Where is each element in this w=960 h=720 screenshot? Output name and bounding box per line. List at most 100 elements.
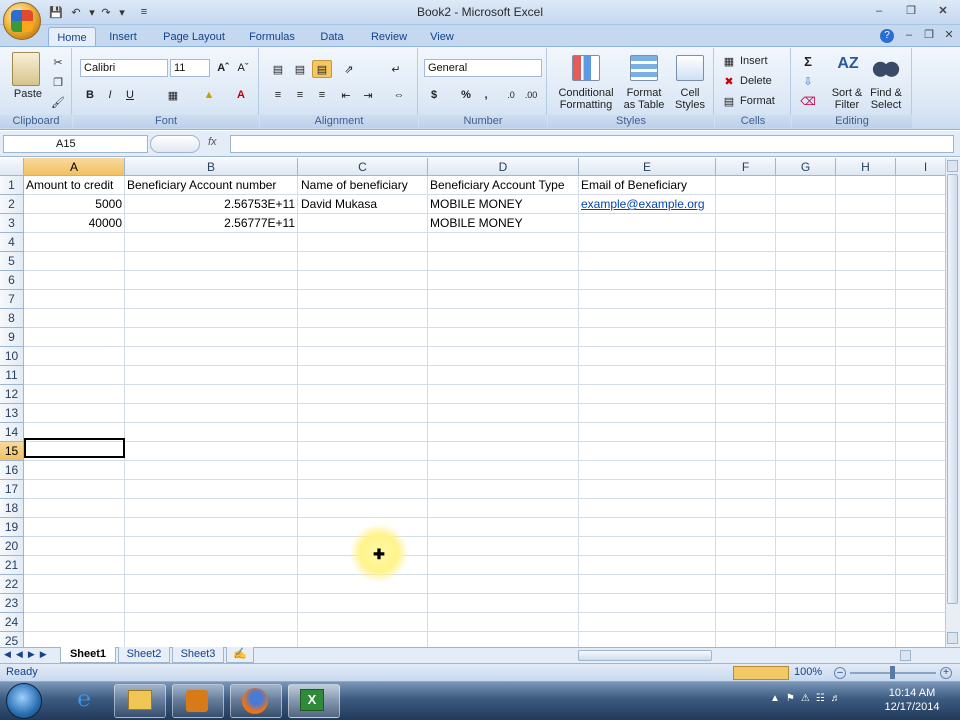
cell-b2[interactable]: 2.56753E+11: [125, 195, 298, 214]
worksheet-grid[interactable]: A B C D E F G H I 1 2 3 4 5 6 7 8 9 10 1…: [0, 158, 945, 648]
orientation-icon[interactable]: ⇗: [336, 60, 362, 78]
column-header-h[interactable]: H: [836, 158, 896, 176]
font-size-select[interactable]: 11: [170, 59, 210, 77]
format-cells-icon[interactable]: ▤: [722, 94, 736, 108]
sheet-tab-sheet3[interactable]: Sheet3: [172, 647, 224, 663]
select-all-button[interactable]: [0, 158, 24, 176]
clear-icon[interactable]: ⌫: [800, 93, 816, 109]
align-bottom-icon[interactable]: ▤: [312, 60, 332, 78]
row-header[interactable]: 20: [0, 537, 24, 556]
tab-insert[interactable]: Insert: [100, 27, 146, 47]
column-header-a[interactable]: A: [24, 158, 125, 176]
sort-filter-label-1[interactable]: Sort &: [826, 87, 868, 99]
active-cell-a15[interactable]: [24, 438, 125, 458]
align-center-icon[interactable]: ≡: [290, 86, 310, 104]
row-header[interactable]: 22: [0, 575, 24, 594]
row-header[interactable]: 19: [0, 518, 24, 537]
close-icon[interactable]: ✕: [932, 3, 954, 19]
zoom-level[interactable]: 100%: [794, 666, 822, 678]
column-header-f[interactable]: F: [716, 158, 776, 176]
scroll-down-icon[interactable]: [947, 632, 958, 644]
decrease-decimal-icon[interactable]: .00: [522, 86, 540, 104]
row-header[interactable]: 11: [0, 366, 24, 385]
format-cells-button[interactable]: Format: [740, 95, 775, 107]
format-as-table-label-1[interactable]: Format: [618, 87, 670, 99]
cell-e2-email-link[interactable]: example@example.org: [581, 195, 715, 214]
format-as-table-icon[interactable]: [630, 55, 658, 81]
delete-cells-icon[interactable]: ✖: [722, 74, 736, 88]
row-header[interactable]: 6: [0, 271, 24, 290]
tab-page-layout[interactable]: Page Layout: [156, 27, 232, 47]
restore-icon[interactable]: ❐: [900, 3, 922, 19]
workbook-minimize-icon[interactable]: –: [898, 27, 920, 43]
insert-cells-button[interactable]: Insert: [740, 55, 768, 67]
italic-button[interactable]: I: [102, 86, 118, 104]
sheet-tab-sheet2[interactable]: Sheet2: [118, 647, 170, 663]
row-header[interactable]: 7: [0, 290, 24, 309]
sheet-tab-sheet1[interactable]: Sheet1: [60, 647, 116, 663]
grow-font-button[interactable]: Aˆ: [214, 59, 232, 77]
tab-review[interactable]: Review: [364, 27, 414, 47]
zoom-in-icon[interactable]: +: [940, 667, 952, 679]
vertical-scroll-thumb[interactable]: [947, 174, 958, 604]
insert-cells-icon[interactable]: ▦: [722, 54, 736, 68]
percent-button[interactable]: %: [458, 86, 474, 104]
cut-icon[interactable]: ✂: [50, 54, 66, 70]
taskbar-clock[interactable]: 10:14 AM 12/17/2014: [880, 686, 944, 716]
row-header[interactable]: 3: [0, 214, 24, 233]
cell-b3[interactable]: 2.56777E+11: [125, 214, 298, 233]
row-header[interactable]: 16: [0, 461, 24, 480]
number-format-select[interactable]: General: [424, 59, 542, 77]
row-header[interactable]: 24: [0, 613, 24, 632]
row-header[interactable]: 23: [0, 594, 24, 613]
find-select-label-1[interactable]: Find &: [864, 87, 908, 99]
shrink-font-button[interactable]: Aˇ: [234, 59, 252, 77]
copy-icon[interactable]: ❐: [50, 74, 66, 90]
minimize-icon[interactable]: –: [868, 3, 890, 19]
row-header[interactable]: 25: [0, 632, 24, 648]
align-right-icon[interactable]: ≡: [312, 86, 332, 104]
row-header[interactable]: 13: [0, 404, 24, 423]
row-header[interactable]: 8: [0, 309, 24, 328]
conditional-formatting-icon[interactable]: [572, 55, 600, 81]
row-header[interactable]: 1: [0, 176, 24, 195]
row-header[interactable]: 18: [0, 499, 24, 518]
column-header-e[interactable]: E: [579, 158, 716, 176]
borders-icon[interactable]: ▦: [160, 86, 186, 104]
conditional-label-1[interactable]: Conditional: [554, 87, 618, 99]
autosum-icon[interactable]: Σ: [800, 53, 816, 69]
tab-home[interactable]: Home: [48, 27, 96, 47]
name-box[interactable]: A15: [3, 135, 148, 153]
cell-d1[interactable]: Beneficiary Account Type: [430, 176, 578, 195]
cell-b1[interactable]: Beneficiary Account number: [127, 176, 297, 195]
workbook-restore-icon[interactable]: ❐: [918, 27, 940, 43]
cell-styles-label-2[interactable]: Styles: [670, 99, 710, 111]
cell-a2[interactable]: 5000: [24, 195, 125, 214]
increase-indent-icon[interactable]: ⇥: [358, 86, 378, 104]
fill-icon[interactable]: ⇩: [800, 73, 816, 89]
tab-view[interactable]: View: [422, 27, 462, 47]
currency-button[interactable]: $: [426, 86, 442, 104]
system-tray-icons[interactable]: ▲⚑⚠☷♬: [770, 693, 870, 707]
sort-filter-icon[interactable]: AZ: [834, 55, 862, 81]
view-buttons[interactable]: [733, 666, 789, 680]
paste-button[interactable]: Paste: [8, 88, 48, 100]
tab-data[interactable]: Data: [312, 27, 352, 47]
row-header[interactable]: 9: [0, 328, 24, 347]
find-select-icon[interactable]: [872, 55, 900, 81]
row-header[interactable]: 10: [0, 347, 24, 366]
align-left-icon[interactable]: ≡: [268, 86, 288, 104]
sheet-nav-icons[interactable]: ◀◀▶▶: [4, 649, 60, 661]
row-header[interactable]: 4: [0, 233, 24, 252]
cell-a1[interactable]: Amount to credit: [26, 176, 125, 195]
internet-explorer-icon[interactable]: ℮: [66, 686, 102, 716]
zoom-out-icon[interactable]: –: [834, 667, 846, 679]
decrease-indent-icon[interactable]: ⇤: [336, 86, 356, 104]
merge-center-icon[interactable]: ⇔: [386, 86, 412, 104]
bold-button[interactable]: B: [82, 86, 98, 104]
paste-icon[interactable]: [12, 52, 40, 86]
comma-button[interactable]: ,: [478, 86, 494, 104]
column-header-c[interactable]: C: [298, 158, 428, 176]
increase-decimal-icon[interactable]: .0: [502, 86, 520, 104]
formula-input[interactable]: [230, 135, 954, 153]
